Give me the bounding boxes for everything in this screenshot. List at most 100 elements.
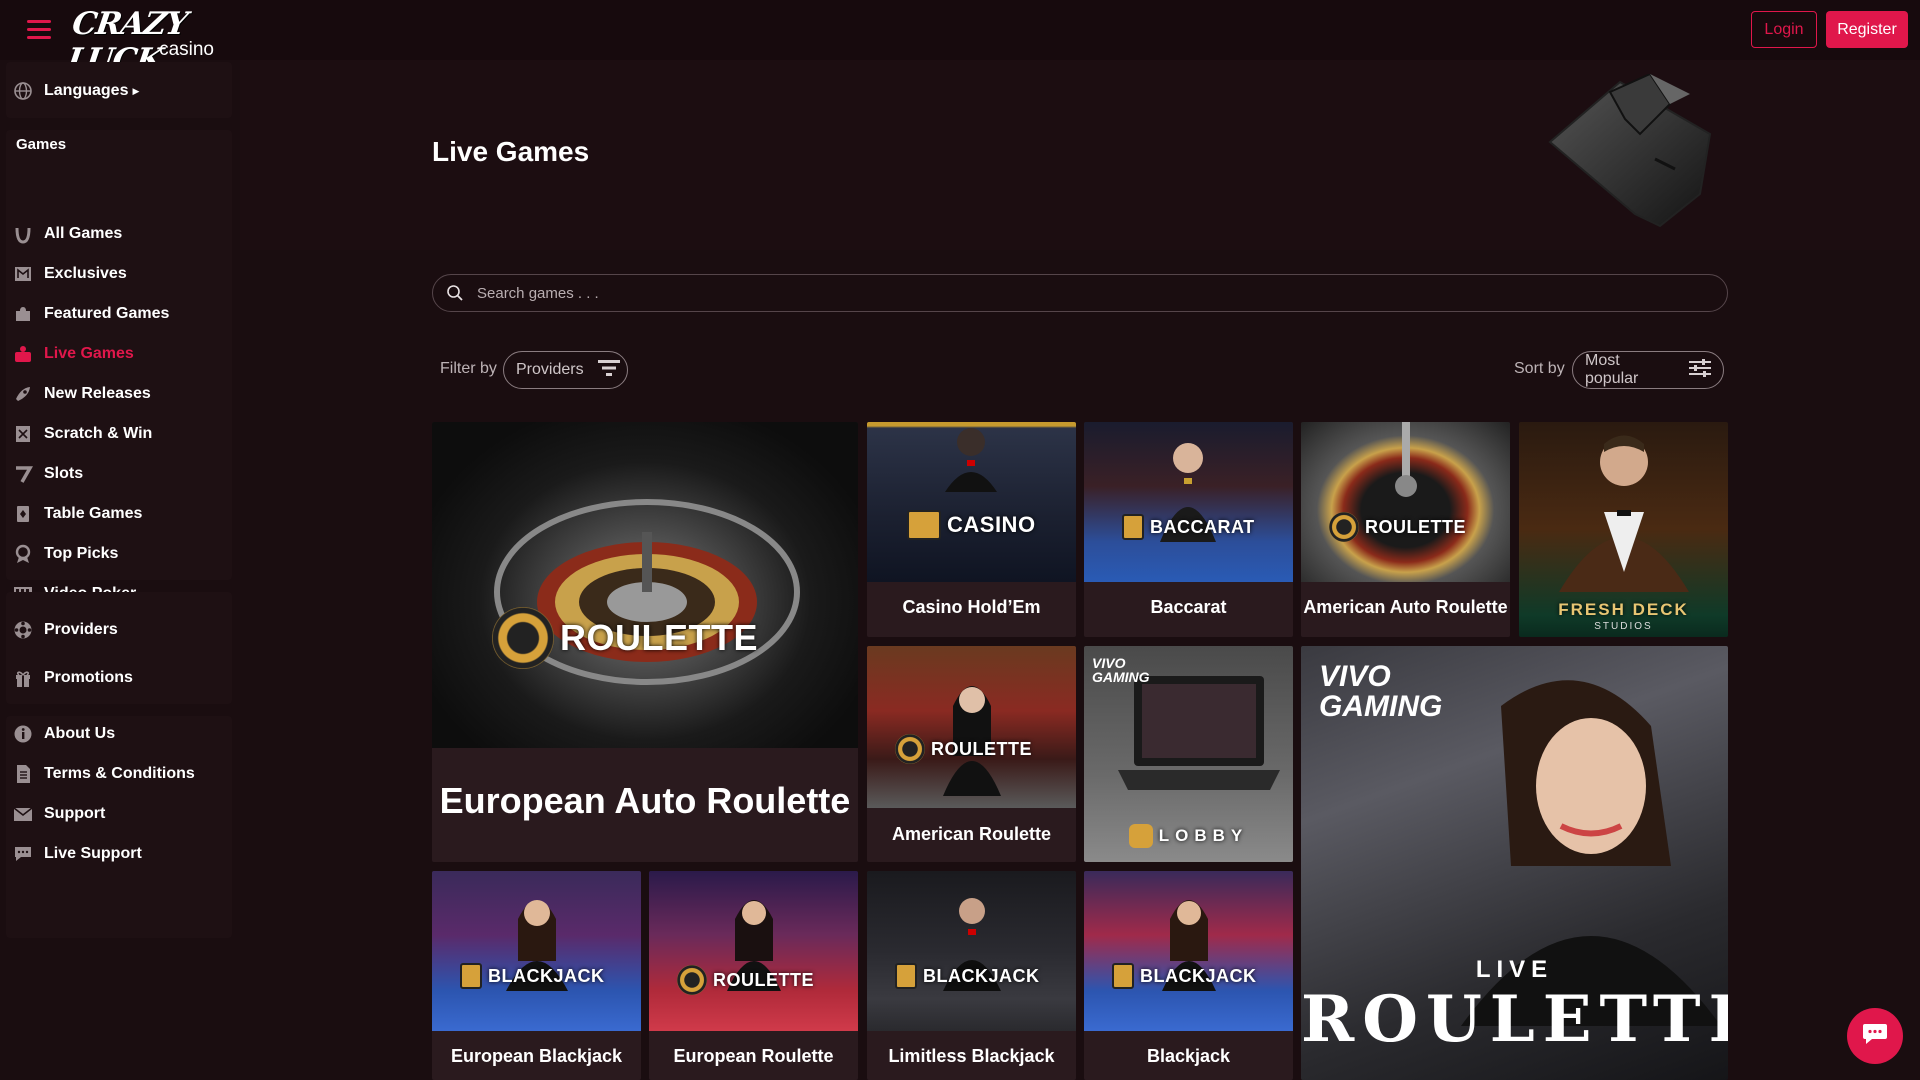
card-icon: [895, 963, 917, 989]
award-icon: [12, 543, 34, 565]
register-button[interactable]: Register: [1826, 11, 1908, 48]
game-title: Blackjack: [1146, 1046, 1231, 1066]
sidebar-item-label: Terms & Conditions: [44, 765, 195, 782]
game-logo-badge: BLACKJACK: [895, 963, 1040, 989]
card-icon: [460, 963, 482, 989]
game-thumbnail: [867, 422, 1076, 582]
sidebar-item-top-picks[interactable]: Top Picks: [12, 539, 222, 569]
badge-text: BLACKJACK: [488, 965, 605, 986]
sidebar-item-promotions[interactable]: Promotions: [12, 663, 222, 693]
game-thumbnail: [432, 422, 858, 748]
card-table-icon: [12, 503, 34, 525]
sidebar-item-live-games[interactable]: Live Games: [12, 339, 222, 369]
game-thumbnail: [649, 871, 858, 1031]
game-title: European Blackjack: [450, 1046, 623, 1066]
game-logo-badge: ROULETTE: [492, 607, 758, 669]
game-tile-european-roulette[interactable]: ROULETTE European Roulette: [649, 871, 858, 1080]
game-tile-american-roulette[interactable]: ROULETTE American Roulette: [867, 646, 1076, 862]
login-button[interactable]: Login: [1751, 11, 1817, 48]
game-tile-fresh-deck[interactable]: FRESH DECK STUDIOS: [1519, 422, 1728, 637]
sidebar-item-label: Scratch & Win: [44, 425, 153, 442]
logo[interactable]: CRAZY LUCK casino: [65, 6, 220, 78]
game-title: European Auto Roulette: [439, 780, 851, 821]
slot-777-icon: [907, 510, 941, 540]
badge-text: ROULETTE: [931, 738, 1032, 759]
sidebar-item-exclusives[interactable]: Exclusives: [12, 259, 222, 289]
languages-menu[interactable]: Languages ▶: [12, 76, 222, 106]
scratch-card-icon: [12, 423, 34, 445]
game-tile-baccarat[interactable]: BACCARAT Baccarat: [1084, 422, 1293, 637]
badge-text: BLACKJACK: [1140, 965, 1257, 986]
chip-icon: [895, 734, 925, 764]
game-thumbnail: [867, 646, 1076, 808]
game-tile-vivo-lobby[interactable]: VIVO GAMING LOBBY: [1084, 646, 1293, 862]
exclusive-badge-icon: [12, 263, 34, 285]
sidebar-item-label: About Us: [44, 725, 116, 742]
game-tile-european-auto-roulette[interactable]: ROULETTE European Auto Roulette: [432, 422, 858, 862]
menu-icon[interactable]: [27, 20, 51, 39]
search-bar[interactable]: [432, 274, 1728, 312]
game-title: Baccarat: [1150, 597, 1227, 617]
sidebar-item-all-games[interactable]: All Games: [12, 219, 222, 249]
providers-filter-dropdown[interactable]: Providers: [503, 351, 628, 389]
game-logo-badge: ROULETTE: [1329, 512, 1466, 542]
badge-text: LOBBY: [1158, 826, 1249, 845]
horseshoe-icon: [12, 223, 34, 245]
game-logo-badge: CASINO: [907, 510, 1036, 540]
badge-text: FRESH DECK: [1558, 600, 1689, 619]
sidebar-item-label: Promotions: [44, 669, 133, 686]
game-tile-american-auto-roulette[interactable]: ROULETTE American Auto Roulette: [1301, 422, 1510, 637]
chip-icon: [1329, 512, 1359, 542]
game-tile-blackjack[interactable]: BLACKJACK Blackjack: [1084, 871, 1293, 1080]
game-thumbnail: [1084, 871, 1293, 1031]
sidebar-item-slots[interactable]: Slots: [12, 459, 222, 489]
game-logo-badge: BACCARAT: [1122, 514, 1255, 540]
vivo-gaming-logo: VIVO GAMING: [1319, 660, 1443, 723]
lobby-icon: [1128, 824, 1153, 848]
filter-label: Filter by: [440, 360, 497, 377]
sliders-icon: [1689, 358, 1711, 382]
sidebar-item-support[interactable]: Support: [12, 799, 222, 829]
game-thumbnail: [432, 871, 641, 1031]
game-tile-casino-holdem[interactable]: CASINO Casino Hold’Em: [867, 422, 1076, 637]
sidebar-item-providers[interactable]: Providers: [12, 615, 222, 645]
globe-icon: [12, 80, 34, 102]
info-icon: [12, 723, 34, 745]
game-tile-vivo-live-roulette[interactable]: VIVO GAMING LIVE ROULETTE: [1301, 646, 1728, 1080]
game-title: Limitless Blackjack: [888, 1046, 1055, 1066]
game-tile-limitless-blackjack[interactable]: BLACKJACK Limitless Blackjack: [867, 871, 1076, 1080]
vivo-gaming-logo: VIVO GAMING: [1092, 655, 1150, 685]
live-chat-button[interactable]: [1847, 1008, 1903, 1064]
sidebar-item-terms-conditions[interactable]: Terms & Conditions: [12, 759, 222, 789]
sidebar-item-label: Exclusives: [44, 265, 127, 282]
filter-value: Providers: [516, 361, 584, 378]
tuxedo-icon: [1540, 72, 1720, 234]
page-title: Live Games: [432, 136, 590, 167]
live-dealer-icon: [12, 343, 34, 365]
badge-text: BACCARAT: [1150, 516, 1255, 537]
search-input[interactable]: [477, 284, 1677, 302]
game-tile-european-blackjack[interactable]: BLACKJACK European Blackjack: [432, 871, 641, 1080]
game-title: European Roulette: [673, 1046, 834, 1066]
sidebar-item-table-games[interactable]: Table Games: [12, 499, 222, 529]
game-logo-badge: BLACKJACK: [1112, 963, 1257, 989]
badge-text: BLACKJACK: [923, 965, 1040, 986]
document-icon: [12, 763, 34, 785]
sidebar-item-new-releases[interactable]: New Releases: [12, 379, 222, 409]
game-logo-badge: ROULETTE: [677, 965, 814, 995]
sidebar-item-featured-games[interactable]: Featured Games: [12, 299, 222, 329]
sidebar-item-live-support[interactable]: Live Support: [12, 839, 222, 869]
sidebar-item-about-us[interactable]: About Us: [12, 719, 222, 749]
game-title: American Roulette: [891, 824, 1052, 844]
slot-seven-icon: [12, 463, 34, 485]
logo-sub: casino: [159, 39, 214, 60]
badge-text: ROULETTE: [1365, 516, 1466, 537]
sidebar-item-scratch-win[interactable]: Scratch & Win: [12, 419, 222, 449]
sidebar-item-label: Slots: [44, 465, 84, 482]
sort-dropdown[interactable]: Most popular: [1572, 351, 1724, 389]
sidebar: Languages ▶ Games All Games Exclusives Fea…: [0, 60, 236, 1080]
chat-bubble-icon: [1862, 1022, 1888, 1051]
sidebar-item-label: Providers: [44, 621, 118, 638]
badge-text: ROULETTE: [713, 969, 814, 990]
mail-icon: [12, 803, 34, 825]
